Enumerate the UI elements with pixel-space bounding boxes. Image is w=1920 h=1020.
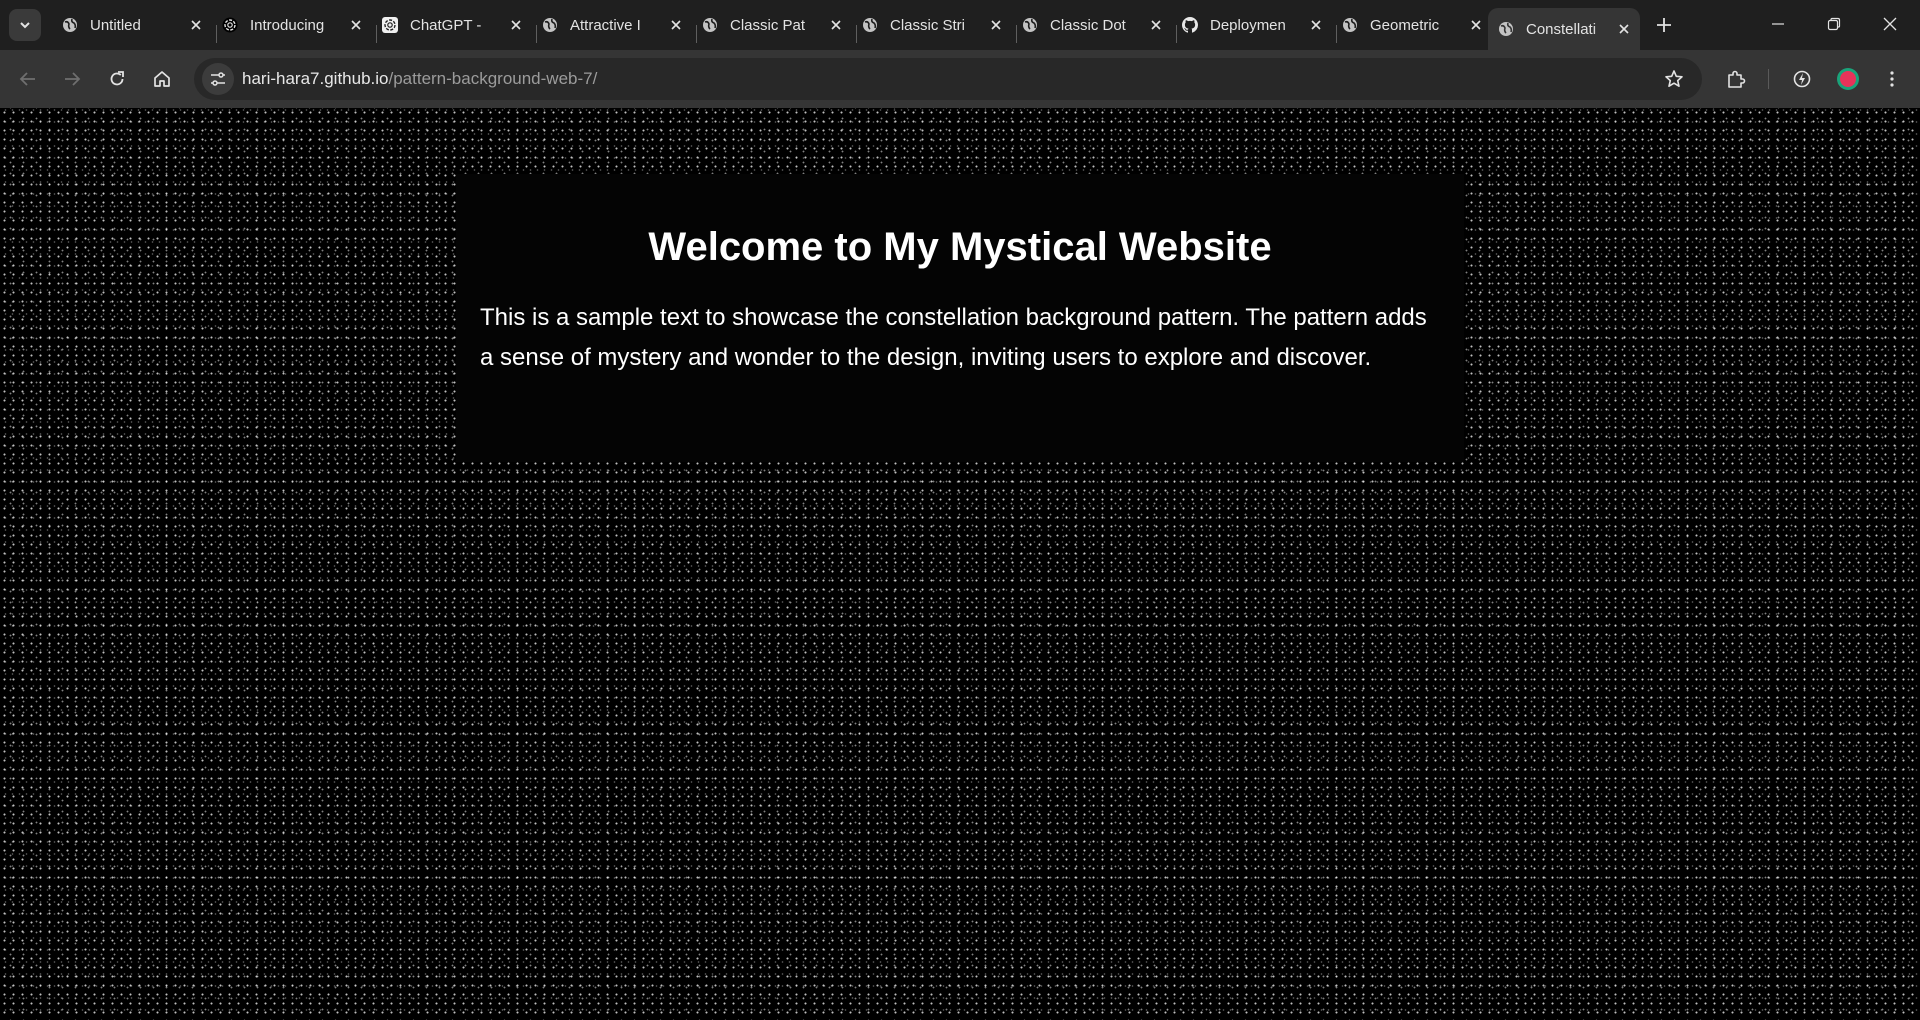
openai-icon	[382, 17, 398, 33]
globe-icon	[62, 17, 78, 33]
openai-icon	[222, 17, 238, 33]
tab-search-button[interactable]	[9, 9, 41, 41]
globe-icon	[1342, 17, 1358, 33]
url-text[interactable]: hari-hara7.github.io/pattern-background-…	[242, 69, 597, 89]
reload-icon	[110, 71, 124, 86]
close-icon[interactable]	[1616, 21, 1632, 37]
url-host: hari-hara7.github.io	[242, 69, 389, 88]
restore-icon	[1827, 17, 1841, 31]
url-path: /pattern-background-web-7/	[388, 69, 598, 88]
new-tab-button[interactable]	[1650, 9, 1678, 41]
tune-icon	[211, 72, 225, 86]
more-vert-icon	[1890, 71, 1894, 87]
address-bar[interactable]: hari-hara7.github.io/pattern-background-…	[194, 58, 1702, 100]
tab-strip: Untitled Introducing ChatGPT - Attractiv…	[0, 0, 1920, 50]
tab-title: Classic Dot	[1050, 16, 1126, 34]
close-icon[interactable]	[188, 17, 204, 33]
bookmark-button[interactable]	[1658, 63, 1690, 95]
plus-icon	[1657, 18, 1671, 32]
globe-icon	[1498, 21, 1514, 37]
extensions-button[interactable]	[1720, 63, 1752, 95]
content-card: Welcome to My Mystical Website This is a…	[456, 174, 1464, 462]
close-icon[interactable]	[508, 17, 524, 33]
tab-title: Classic Pat	[730, 16, 806, 34]
profile-button[interactable]	[1832, 63, 1864, 95]
tab-title: Attractive I	[570, 16, 641, 34]
close-icon	[1883, 17, 1897, 31]
close-icon[interactable]	[988, 17, 1004, 33]
tab-classic-stri[interactable]: Classic Stri	[852, 8, 1012, 42]
globe-icon	[1022, 17, 1038, 33]
avatar	[1837, 68, 1859, 90]
tab-introducing[interactable]: Introducing	[212, 8, 372, 42]
site-info-button[interactable]	[202, 63, 234, 95]
tab-title: Classic Stri	[890, 16, 966, 34]
star-icon	[1665, 70, 1683, 87]
globe-icon	[862, 17, 878, 33]
back-button[interactable]	[12, 63, 44, 95]
arrow-right-icon	[65, 72, 81, 86]
close-icon[interactable]	[348, 17, 364, 33]
close-icon[interactable]	[668, 17, 684, 33]
page-body-text: This is a sample text to showcase the co…	[480, 304, 1427, 371]
tab-geometric[interactable]: Geometric	[1332, 8, 1492, 42]
close-icon[interactable]	[828, 17, 844, 33]
page-viewport: Welcome to My Mystical Website This is a…	[0, 108, 1920, 1020]
chevron-down-icon	[20, 22, 30, 29]
tab-constellation[interactable]: Constellati	[1488, 8, 1640, 50]
tab-title: Geometric	[1370, 16, 1440, 34]
puzzle-icon	[1728, 70, 1746, 88]
home-icon	[154, 71, 170, 87]
performance-button[interactable]	[1786, 63, 1818, 95]
tab-title: Deploymen	[1210, 16, 1286, 34]
close-icon[interactable]	[1308, 17, 1324, 33]
tab-classic-dot[interactable]: Classic Dot	[1012, 8, 1172, 42]
browser-toolbar: hari-hara7.github.io/pattern-background-…	[0, 50, 1920, 108]
tab-deployment[interactable]: Deploymen	[1172, 8, 1332, 42]
close-icon[interactable]	[1148, 17, 1164, 33]
tab-title: Untitled	[90, 16, 141, 34]
github-icon	[1182, 17, 1198, 33]
tab-attractive[interactable]: Attractive I	[532, 8, 692, 42]
reload-button[interactable]	[101, 63, 133, 95]
minimize-icon	[1772, 23, 1784, 25]
tab-classic-pat[interactable]: Classic Pat	[692, 8, 852, 42]
restore-button[interactable]	[1806, 0, 1862, 48]
globe-icon	[542, 17, 558, 33]
tab-title: Constellati	[1526, 20, 1597, 38]
page-title: Welcome to My Mystical Website	[648, 225, 1272, 269]
globe-icon	[702, 17, 718, 33]
forward-button[interactable]	[56, 63, 88, 95]
home-button[interactable]	[146, 63, 178, 95]
close-window-button[interactable]	[1862, 0, 1918, 48]
toolbar-separator	[1768, 69, 1769, 89]
tab-untitled[interactable]: Untitled	[52, 8, 212, 42]
tab-title: Introducing	[250, 16, 325, 34]
minimize-button[interactable]	[1750, 0, 1806, 48]
tab-title: ChatGPT -	[410, 16, 482, 34]
close-icon[interactable]	[1468, 17, 1484, 33]
speedometer-icon	[1793, 70, 1811, 88]
tab-chatgpt[interactable]: ChatGPT -	[372, 8, 532, 42]
menu-button[interactable]	[1876, 63, 1908, 95]
arrow-left-icon	[19, 72, 35, 86]
